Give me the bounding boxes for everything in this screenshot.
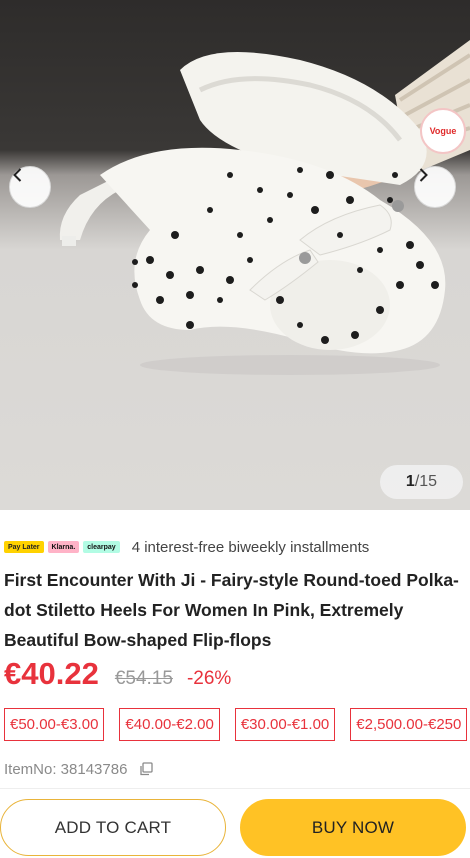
installments-text: 4 interest-free biweekly installments [131,538,370,556]
product-photo [59,40,470,375]
copy-icon[interactable] [139,762,154,776]
buy-now-button[interactable]: BUY NOW [240,799,466,856]
item-number-text: ItemNo: 38143786 [4,760,128,778]
original-price: €54.15 [114,668,173,689]
chevron-right-icon [419,168,428,182]
item-number: ItemNo: 38143786 [4,758,154,780]
bottom-action-bar: ADD TO CART BUY NOW [0,788,470,858]
discount-badge: -26% [186,668,232,689]
coupon[interactable]: €50.00-€3.00 [4,708,105,741]
installments-row[interactable]: Pay Later Klarna. clearpay 4 interest-fr… [4,536,369,558]
product-title: First Encounter With Ji - Fairy-style Ro… [4,570,459,650]
chevron-left-icon [13,168,22,182]
brand-badge-text: Vogue [429,126,457,136]
klarna-logo: Klarna. [47,541,80,553]
product-image-gallery[interactable]: Vogue 1/15 [0,0,470,510]
clearpay-logo: clearpay [83,541,120,553]
coupon[interactable]: €40.00-€2.00 [119,708,220,741]
next-image-button[interactable] [414,166,456,208]
add-to-cart-button[interactable]: ADD TO CART [0,799,226,856]
previous-image-button[interactable] [9,166,51,208]
brand-badge: Vogue [420,108,466,154]
current-price: €40.22 [4,656,99,691]
paypal-paylater-logo: Pay Later [4,541,44,553]
price-row: €40.22 €54.15 -26% [4,656,231,696]
image-counter-current: 1 [405,473,415,490]
image-counter-total: /15 [414,473,438,490]
coupon[interactable]: €30.00-€1.00 [234,708,336,741]
coupon[interactable]: €2,500.00-€250 [350,708,468,741]
coupon-list[interactable]: €50.00-€3.00 €40.00-€2.00 €30.00-€1.00 €… [4,708,470,741]
image-counter: 1/15 [380,465,463,499]
